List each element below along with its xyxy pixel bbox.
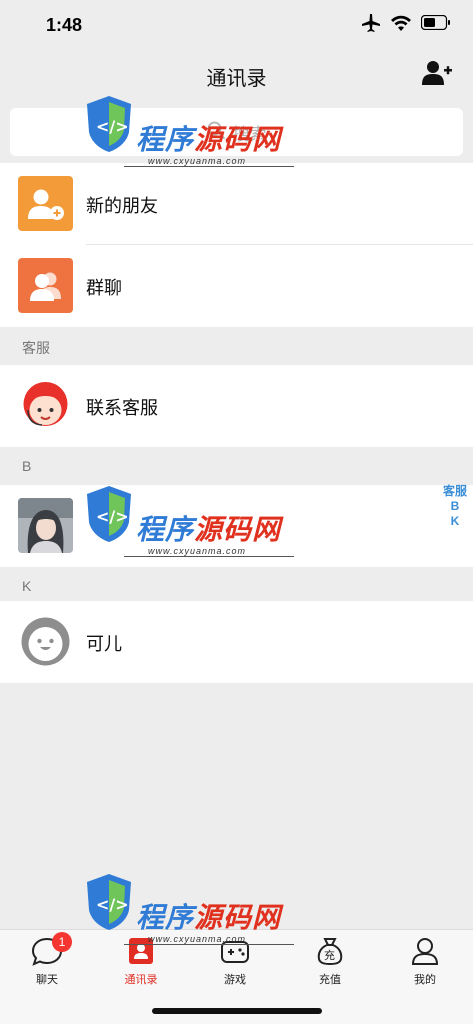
contacts-icon	[124, 934, 158, 968]
search-icon	[207, 121, 225, 144]
new-friends-item[interactable]: 新的朋友	[0, 163, 473, 245]
tab-contacts[interactable]: 通讯录	[94, 934, 188, 992]
svg-text:</>: </>	[96, 895, 129, 914]
search-input[interactable]: 搜索	[10, 108, 463, 156]
tab-label: 游戏	[224, 974, 246, 986]
customer-service-avatar	[18, 378, 73, 433]
tab-profile[interactable]: 我的	[378, 934, 472, 992]
section-header: B	[0, 447, 473, 485]
watermark-logo-icon: </>	[87, 874, 131, 930]
status-bar: 1:48	[0, 0, 473, 52]
tab-chat[interactable]: 1 聊天	[0, 932, 94, 992]
index-item[interactable]: B	[451, 499, 460, 514]
home-indicator	[152, 1008, 322, 1014]
profile-icon	[408, 934, 442, 968]
status-time: 1:48	[46, 15, 83, 35]
alphabet-index: 客服 B K	[440, 484, 470, 529]
index-item[interactable]: 客服	[443, 484, 467, 499]
add-user-icon	[18, 176, 73, 231]
photo-avatar	[18, 498, 73, 553]
contact-item[interactable]: 可儿	[0, 601, 473, 683]
tab-label: 聊天	[36, 974, 58, 986]
chat-icon: 1	[30, 932, 72, 968]
tab-label: 通讯录	[124, 974, 158, 986]
page-title: 通讯录	[206, 68, 267, 90]
tab-label: 我的	[414, 974, 436, 986]
section-header-label: K	[22, 578, 32, 594]
tab-recharge[interactable]: 充 充值	[283, 934, 377, 992]
add-contact-button[interactable]	[421, 60, 453, 90]
status-icons	[361, 13, 451, 37]
customer-service-item[interactable]: 联系客服	[0, 365, 473, 447]
nav-bar: 通讯录	[0, 52, 473, 98]
section-header: 客服	[0, 327, 473, 365]
game-icon	[218, 934, 252, 968]
new-friends-label: 新的朋友	[86, 196, 158, 216]
tab-game[interactable]: 游戏	[188, 934, 282, 992]
group-chat-item[interactable]: 群聊	[0, 245, 473, 327]
contact-name: 可儿	[86, 634, 122, 654]
unread-badge: 1	[52, 932, 72, 952]
section-header-label: B	[22, 458, 32, 474]
default-avatar	[18, 614, 73, 669]
add-contact-icon	[422, 60, 452, 91]
wifi-icon	[391, 15, 411, 36]
search-placeholder: 搜索	[232, 124, 267, 144]
battery-icon	[420, 14, 451, 35]
svg-text:充: 充	[324, 948, 335, 962]
customer-service-label: 联系客服	[86, 398, 158, 418]
contact-item[interactable]	[0, 485, 473, 567]
search-area: 搜索	[0, 100, 473, 162]
tab-label: 充值	[319, 974, 341, 986]
group-icon	[18, 258, 73, 313]
recharge-icon: 充	[313, 934, 347, 968]
airplane-icon	[361, 13, 381, 37]
section-header: K	[0, 567, 473, 605]
section-header-label: 客服	[22, 340, 50, 356]
group-chat-label: 群聊	[86, 278, 122, 298]
index-item[interactable]: K	[451, 514, 460, 529]
